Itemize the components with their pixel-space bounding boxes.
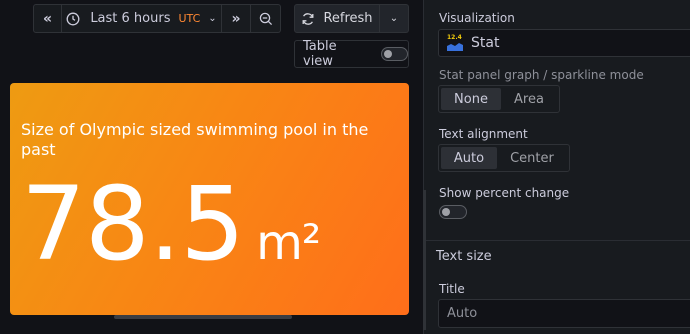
panel-resize-handle[interactable] [114,315,292,319]
visualization-label: Visualization [439,11,515,25]
graph-mode-area[interactable]: Area [501,88,557,110]
chevron-down-icon: ⌄ [208,13,217,24]
zoom-out-icon [259,12,272,25]
chevron-down-icon: ⌄ [389,13,399,24]
time-picker-button[interactable]: Last 6 hours UTC ⌄ [62,4,222,33]
text-alignment-radio: Auto Center [438,144,570,172]
table-view-label: Table view [303,39,337,69]
refresh-group: Refresh ⌄ [294,4,409,33]
time-range-group: « Last 6 hours UTC ⌄ » [33,4,281,33]
shift-back-button[interactable]: « [33,4,62,33]
refresh-interval-dropdown[interactable]: ⌄ [380,4,409,33]
section-divider [424,240,690,241]
timezone-label: UTC [178,12,201,25]
shift-forward-button[interactable]: » [222,4,251,33]
zoom-out-button[interactable] [251,4,281,33]
title-size-input[interactable]: Auto [438,299,690,328]
clock-icon [66,12,80,25]
options-pane: Visualization 12.4 Stat Stat panel graph… [423,0,690,334]
show-percent-change-label: Show percent change [439,186,570,200]
stat-value: 78.5 m² [21,165,321,303]
text-alignment-label: Text alignment [439,127,528,141]
stat-number: 78.5 [21,165,245,284]
refresh-icon [303,12,314,25]
text-alignment-auto[interactable]: Auto [441,147,497,169]
stat-icon: 12.4 [447,34,463,51]
chevrons-left-icon: « [42,10,53,27]
refresh-button[interactable]: Refresh [294,4,380,33]
show-percent-change-switch[interactable] [439,205,467,219]
refresh-label: Refresh [323,11,373,26]
graph-mode-radio: None Area [438,85,560,113]
text-size-section-header[interactable]: Text size [436,249,492,264]
visualization-value: Stat [471,35,500,51]
time-range-label: Last 6 hours [90,11,171,26]
graph-mode-none[interactable]: None [441,88,501,110]
table-view-toggle[interactable]: Table view [294,39,409,69]
text-alignment-center[interactable]: Center [497,147,567,169]
options-scrollbar[interactable] [423,190,426,330]
stat-panel: Size of Olympic sized swimming pool in t… [10,83,409,315]
graph-mode-label: Stat panel graph / sparkline mode [439,68,644,82]
panel-title: Size of Olympic sized swimming pool in t… [21,120,369,159]
title-size-label: Title [439,282,465,296]
stat-unit: m² [256,215,321,271]
chevrons-right-icon: » [231,10,241,27]
visualization-picker[interactable]: 12.4 Stat [438,29,690,57]
table-view-switch[interactable] [381,47,408,61]
